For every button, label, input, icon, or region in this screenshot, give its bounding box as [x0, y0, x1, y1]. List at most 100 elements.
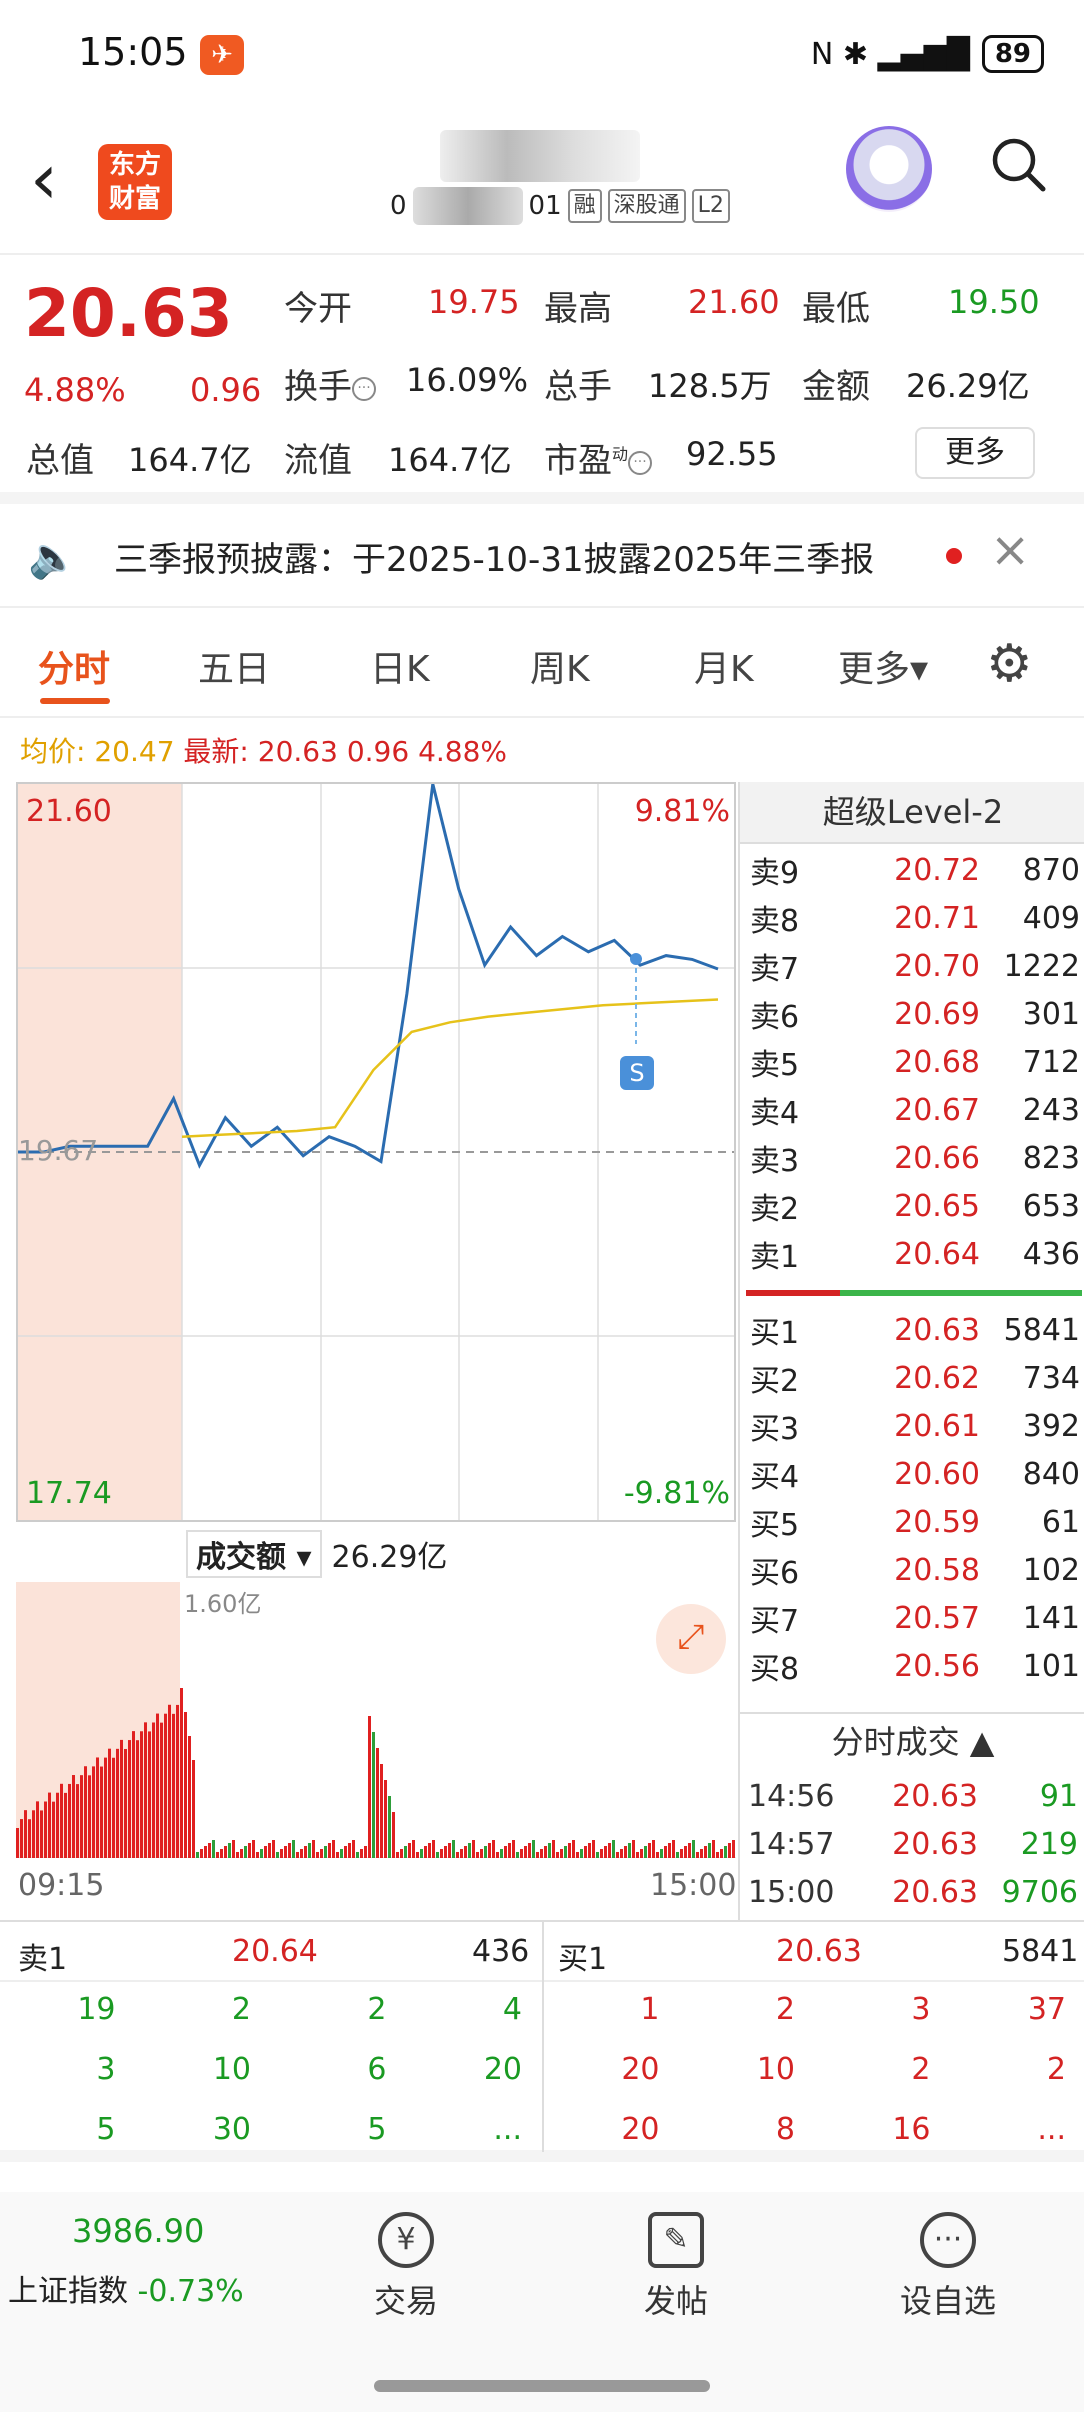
queue-item: 2: [231, 1992, 251, 2027]
bid-row[interactable]: 买8 20.56 101: [750, 1642, 1080, 1690]
turnover-label: 换手 ···: [284, 359, 376, 408]
ask-label: 卖8: [750, 904, 800, 939]
volume-bar: [604, 1846, 607, 1858]
volume-bar: [168, 1704, 171, 1858]
bid-row[interactable]: 买6 20.58 102: [750, 1546, 1080, 1594]
volume-bar: [456, 1852, 459, 1858]
notice-text[interactable]: 三季报预披露：于2025-10-31披露2025年三季报: [114, 532, 874, 581]
ask-price: 20.68: [894, 1044, 980, 1080]
add-watchlist-button[interactable]: ··· 设自选: [888, 2212, 1008, 2322]
search-icon[interactable]: [988, 134, 1048, 194]
back-icon[interactable]: ‹: [30, 144, 58, 214]
sell-queue-header: 卖1 20.64 436: [0, 1922, 542, 1982]
info-icon[interactable]: ···: [352, 376, 376, 401]
queue-item: 5: [96, 2112, 116, 2147]
turnover-value: 16.09%: [406, 361, 529, 399]
float-value: 164.7亿: [388, 441, 512, 479]
ask-label: 卖2: [750, 1192, 800, 1227]
ask-row[interactable]: 卖6 20.69 301: [750, 990, 1080, 1038]
tick-price: 20.63: [892, 1826, 978, 1862]
volume-bar: [612, 1840, 615, 1858]
volume-bar: [676, 1852, 679, 1858]
buy-queue: 买1 20.63 5841 1 2 3 37 20 10 2 2 20 8 16...: [542, 1922, 1084, 2152]
low-label: 最低: [802, 289, 870, 329]
queue-item: 3: [911, 1992, 931, 2027]
volume-bar: [48, 1792, 51, 1858]
amount-label: 金额: [802, 367, 870, 407]
queue-item: 10: [756, 2052, 795, 2087]
expand-icon[interactable]: ⤢: [656, 1604, 726, 1674]
volume-bar: [716, 1852, 719, 1858]
tab-monthly-k[interactable]: 月K: [694, 640, 754, 692]
ask-row[interactable]: 卖3 20.66 823: [750, 1134, 1080, 1182]
bid-row[interactable]: 买2 20.62 734: [750, 1354, 1080, 1402]
volume-bar: [468, 1843, 471, 1858]
home-indicator[interactable]: [374, 2380, 710, 2392]
ask-row[interactable]: 卖4 20.67 243: [750, 1086, 1080, 1134]
tab-more[interactable]: 更多▾: [838, 640, 928, 692]
tab-daily-k[interactable]: 日K: [370, 640, 430, 692]
tag-connect: 深股通: [607, 189, 686, 223]
bid-vol: 5841: [1003, 1312, 1080, 1348]
intraday-chart[interactable]: 21.60 9.81% 19.67 17.74 -9.81% S: [16, 782, 736, 1522]
volume-bar: [684, 1846, 687, 1858]
notice-bar[interactable]: 🔈 三季报预披露：于2025-10-31披露2025年三季报 ×: [0, 504, 1084, 608]
ask-row[interactable]: 卖5 20.68 712: [750, 1038, 1080, 1086]
bid-row[interactable]: 买1 20.63 5841: [750, 1306, 1080, 1354]
ask-vol: 301: [1022, 996, 1080, 1032]
tab-weekly-k[interactable]: 周K: [530, 640, 590, 692]
ask-row[interactable]: 卖2 20.65 653: [750, 1182, 1080, 1230]
bid-row[interactable]: 买5 20.59 61: [750, 1498, 1080, 1546]
volume-bar: [196, 1852, 199, 1858]
system-icons: N ✱ ▂▄▆█ 89: [811, 30, 1044, 78]
max-pct-label: 9.81%: [634, 794, 730, 829]
volume-type-select[interactable]: 成交额 ▾: [186, 1530, 322, 1578]
index-value[interactable]: 3986.90: [72, 2212, 204, 2250]
sell-point-marker[interactable]: S: [620, 1056, 654, 1090]
bid-price: 20.58: [894, 1552, 980, 1588]
more-button[interactable]: 更多: [915, 427, 1035, 479]
tick-trades-header[interactable]: 分时成交 ▲: [740, 1712, 1084, 1766]
volume-bar: [492, 1840, 495, 1858]
volume-bar: [328, 1843, 331, 1858]
gear-icon[interactable]: ⚙: [986, 634, 1033, 694]
bid-row[interactable]: 买4 20.60 840: [750, 1450, 1080, 1498]
app-notification-icon: ✈: [200, 35, 244, 75]
ai-assistant-avatar[interactable]: [846, 126, 932, 212]
bid-price: 20.57: [894, 1600, 980, 1636]
volume-bar: [320, 1849, 323, 1858]
volume-bar: [304, 1846, 307, 1858]
post-button[interactable]: ✎ 发帖: [616, 2212, 736, 2322]
change-abs: 0.96: [190, 371, 262, 409]
volume-bar: [300, 1849, 303, 1858]
ask-row[interactable]: 卖7 20.70 1222: [750, 942, 1080, 990]
info-icon[interactable]: ···: [628, 450, 653, 475]
close-icon[interactable]: ×: [990, 522, 1030, 578]
stock-code-blurred: [412, 187, 523, 225]
queue-item: 16: [892, 2112, 931, 2147]
index-name-pct[interactable]: 上证指数 -0.73%: [8, 2266, 244, 2310]
ask-row[interactable]: 卖9 20.72 870: [750, 846, 1080, 894]
latest-value: 20.63 0.96 4.88%: [257, 735, 508, 768]
ask-vol: 712: [1022, 1044, 1080, 1080]
bid-row[interactable]: 买7 20.57 141: [750, 1594, 1080, 1642]
volume-panel[interactable]: 1.60亿 ⤢: [16, 1582, 736, 1858]
bid-vol: 102: [1022, 1552, 1080, 1588]
tab-five-day[interactable]: 五日: [198, 640, 270, 692]
volume-bar: [228, 1843, 231, 1858]
volume-bar: [112, 1757, 115, 1858]
eastmoney-logo[interactable]: 东方 财富: [98, 144, 172, 220]
bid-row[interactable]: 买3 20.61 392: [750, 1402, 1080, 1450]
volume-bar: [572, 1840, 575, 1858]
trade-button[interactable]: ¥ 交易: [346, 2212, 466, 2322]
ask-row[interactable]: 卖1 20.64 436: [750, 1230, 1080, 1278]
bid-label: 买5: [750, 1508, 800, 1543]
queue-item: 20: [621, 2052, 660, 2087]
latest-label: 最新:: [183, 735, 249, 768]
sell-queue: 卖1 20.64 436 19 2 2 4 3 10 6 20 5 30 5...: [0, 1922, 542, 2152]
tab-intraday[interactable]: 分时: [38, 640, 110, 692]
volume-bar: [24, 1810, 27, 1858]
ask-row[interactable]: 卖8 20.71 409: [750, 894, 1080, 942]
volume-bar: [508, 1843, 511, 1858]
volume-bar: [548, 1843, 551, 1858]
